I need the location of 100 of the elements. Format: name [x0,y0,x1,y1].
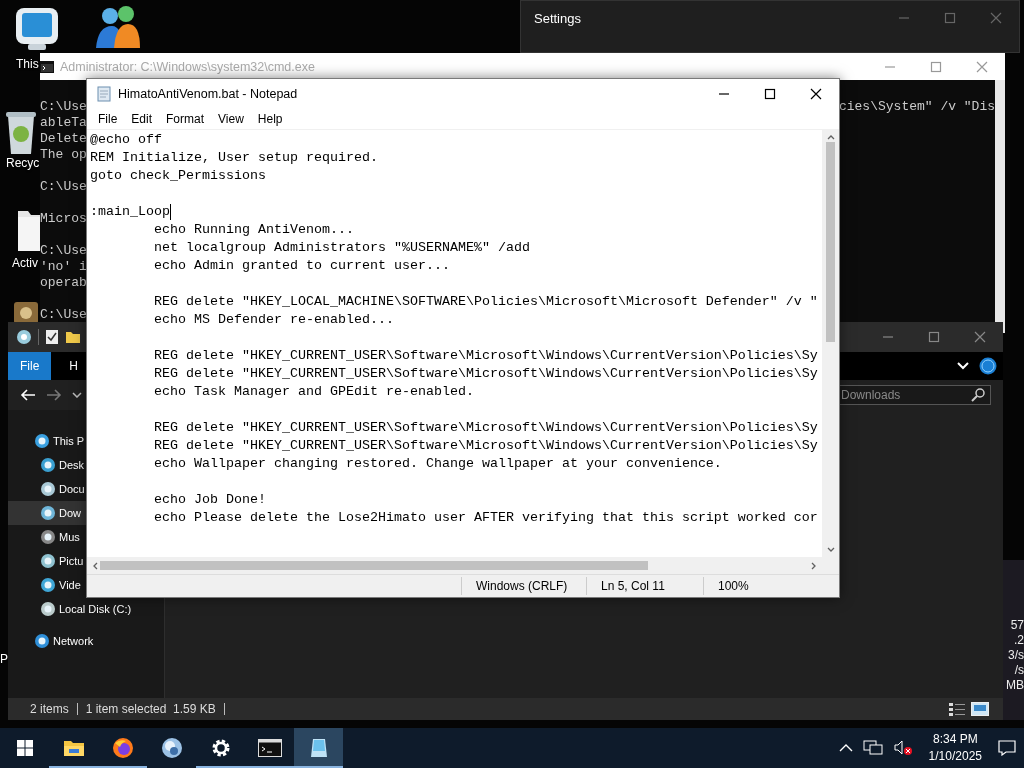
terminal-icon [257,739,282,757]
search-icon [971,388,985,402]
computer-icon [34,433,50,449]
window-title: HimatoAntiVenom.bat - Notepad [118,87,299,101]
drive-icon [40,601,56,617]
taskbar-app-button[interactable] [294,728,343,768]
notification-icon[interactable] [998,740,1016,756]
stat-value: 57 [1010,618,1024,633]
console-text: 'no' i [40,259,87,275]
desktop-icon-label: P [0,652,8,666]
close-icon [810,88,822,100]
folder-icon [62,739,85,757]
properties-icon[interactable] [16,329,32,345]
browser-icon [111,737,134,759]
code-line: REG delete "HKEY_CURRENT_USER\Software\Microsoft\Windows\CurrentVersion\Policies\Sy [153,347,818,365]
close-icon [974,331,986,343]
library-icon [40,505,56,521]
code-line: REM Initialize, User setup required. [90,149,378,167]
console-text: C:\Use [40,179,87,195]
stat-value: /s [1014,663,1024,678]
nav-item[interactable]: Network [8,629,94,653]
code-line: REG delete "HKEY_CURRENT_USER\Software\Microsoft\Windows\CurrentVersion\Policies\Sy [153,365,818,383]
status-text: Ln 5, Col 11 [586,577,703,595]
window-title: Settings [534,11,582,26]
menu-item[interactable]: Format [159,112,212,126]
library-icon [40,529,56,545]
nav-item[interactable]: Docu [8,477,86,501]
globe-icon [160,737,183,759]
help-icon[interactable] [979,357,997,375]
ribbon-tab[interactable]: File [8,352,52,380]
nav-item[interactable]: Desk [8,453,86,477]
console-text: C:\Use [40,307,87,323]
nav-item[interactable]: This P [8,429,86,453]
console-text: C:\Use [40,243,87,259]
code-line: net localgroup Administrators "%USERNAME%" /add [153,239,530,257]
close-icon [976,60,988,73]
network-icon[interactable] [862,740,883,756]
stat-value: MB [1006,678,1024,693]
nav-item[interactable]: Local Disk (C:) [8,597,132,621]
horizontal-scrollbar[interactable] [87,557,839,574]
chevron-left-icon[interactable] [92,561,98,570]
console-text: cies\System" /v "Dis [838,99,995,115]
code-line: REG delete "HKEY_CURRENT_USER\Software\Microsoft\Windows\CurrentVersion\Policies\Sy [153,419,818,437]
console-text: ableTa [40,115,87,131]
code-line: echo Task Manager and GPEdit re-enabled. [153,383,474,401]
menu-item[interactable]: View [211,112,251,126]
status-text: 100% [703,577,818,595]
details-view-icon[interactable] [949,702,965,716]
windows-logo-icon [16,740,33,756]
nav-item[interactable]: Vide [8,573,86,597]
scrollbar-thumb[interactable] [826,142,835,342]
status-text: 1 item selected 1.59 KB [77,703,225,715]
back-arrow-icon[interactable] [20,388,36,402]
globe-icon [34,633,50,649]
code-line: @echo off [90,131,162,149]
console-text: Micros [40,211,87,227]
scrollbar[interactable] [995,80,1005,333]
stat-value: 3/s [1008,648,1024,663]
scrollbar-thumb[interactable] [100,561,648,570]
menu-item[interactable]: File [91,112,125,126]
code-line: echo Wallpaper changing restored. Change wallpaper at your convenience. [153,455,722,473]
desktop-icon-label: This [16,57,39,71]
library-icon [40,553,56,569]
status-text: Windows (CRLF) [461,577,586,595]
menu-item[interactable]: Help [250,112,290,126]
code-line: echo MS Defender re-enabled... [153,311,394,329]
vertical-scrollbar[interactable] [822,130,839,557]
large-icons-view-icon[interactable] [971,702,989,716]
notepad-icon [308,737,329,759]
library-icon [40,457,56,473]
maximize-icon [930,60,942,73]
menu-item[interactable]: Edit [124,112,160,126]
maximize-icon [764,88,776,100]
code-line: :main_Loop [90,203,170,221]
code-line: REG delete "HKEY_CURRENT_USER\Software\Microsoft\Windows\CurrentVersion\Policies\Sy [153,437,818,455]
code-line: echo Please delete the Lose2Himato user AFTER verifying that this script worked cor [153,509,818,527]
console-text: The op [40,147,87,163]
ribbon-tab[interactable]: H [57,352,90,380]
maximize-icon [944,12,956,24]
desktop-icon-label: Activ [12,256,38,270]
console-text: C:\Use [40,99,87,115]
gear-icon [210,738,231,758]
nav-item[interactable]: Mus [8,525,86,549]
folder-icon[interactable] [65,330,81,344]
status-text: 2 items [22,703,78,715]
code-line: echo Running AntiVenom... [153,221,354,239]
chevron-right-icon[interactable] [811,561,817,570]
close-icon [990,12,1002,24]
chevron-down-icon[interactable] [72,392,82,398]
nav-item[interactable]: Pictu [8,549,86,573]
clock[interactable]: 8:34 PM 1/10/2025 [922,731,988,765]
speaker-muted-icon[interactable] [892,740,913,756]
forward-arrow-icon[interactable] [46,388,62,402]
desktop-icon-label: Recyc [6,156,40,170]
stat-value: .2 [1014,633,1024,648]
nav-item[interactable]: Dow [8,501,86,525]
checklist-icon[interactable] [45,329,59,345]
notepad-icon [96,86,112,102]
console-text: operab [40,275,87,291]
window-title: Administrator: C:\Windows\system32\cmd.exe [60,59,316,74]
